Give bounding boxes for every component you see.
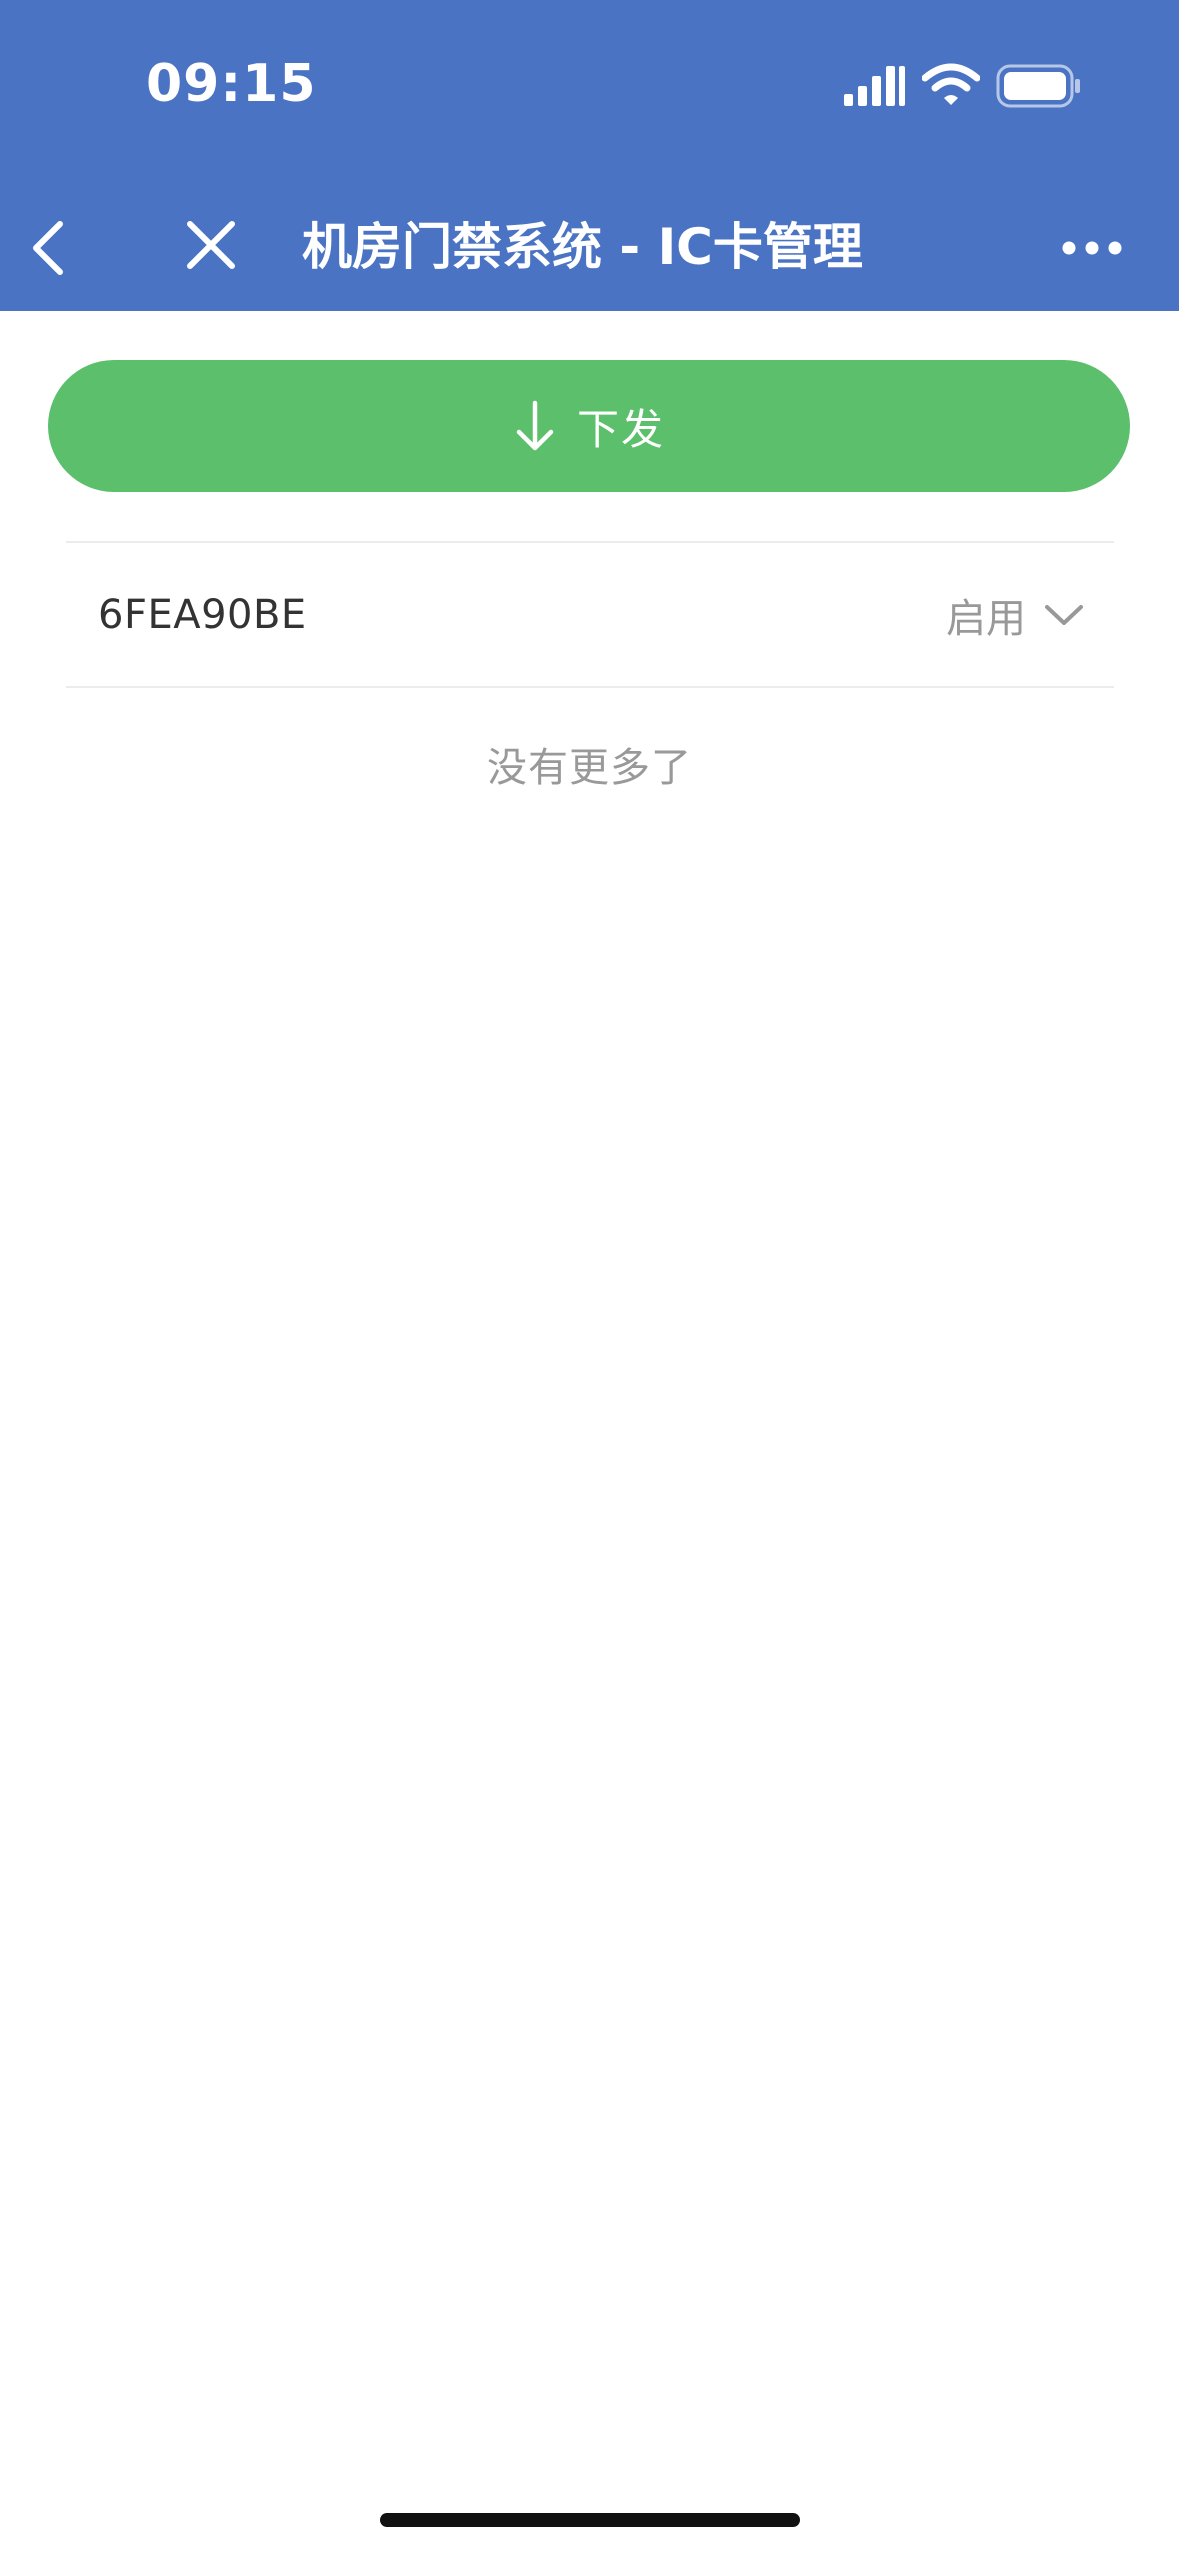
battery-icon bbox=[996, 64, 1080, 108]
ic-card-management-screen: 09:15 机房门禁系统 - IC卡管理 下发 6FEA90BE 启用 没有更多… bbox=[0, 0, 1179, 2556]
more-dots-icon bbox=[1062, 241, 1122, 255]
arrow-down-icon bbox=[516, 400, 554, 451]
page-title: 机房门禁系统 - IC卡管理 bbox=[302, 218, 863, 276]
status-dropdown-value: 启用 bbox=[946, 596, 1026, 642]
list-item: 6FEA90BE 启用 bbox=[66, 543, 1114, 687]
issue-button[interactable]: 下发 bbox=[48, 360, 1130, 492]
wifi-icon bbox=[922, 63, 980, 105]
status-dropdown[interactable]: 启用 bbox=[946, 586, 1084, 644]
header-bar: 09:15 机房门禁系统 - IC卡管理 bbox=[0, 0, 1179, 311]
home-indicator bbox=[380, 2513, 800, 2527]
chevron-down-icon bbox=[1045, 605, 1083, 625]
issue-button-label: 下发 bbox=[576, 404, 665, 454]
list-divider-bottom bbox=[66, 686, 1114, 688]
cellular-signal-icon bbox=[844, 66, 905, 106]
chevron-left-icon bbox=[33, 221, 63, 275]
close-button[interactable] bbox=[180, 212, 242, 278]
more-button[interactable] bbox=[1056, 222, 1128, 274]
list-end-text: 没有更多了 bbox=[487, 745, 692, 791]
status-time: 09:15 bbox=[146, 54, 317, 114]
card-id: 6FEA90BE bbox=[98, 592, 307, 638]
back-button[interactable] bbox=[20, 214, 76, 282]
close-icon bbox=[187, 221, 235, 269]
